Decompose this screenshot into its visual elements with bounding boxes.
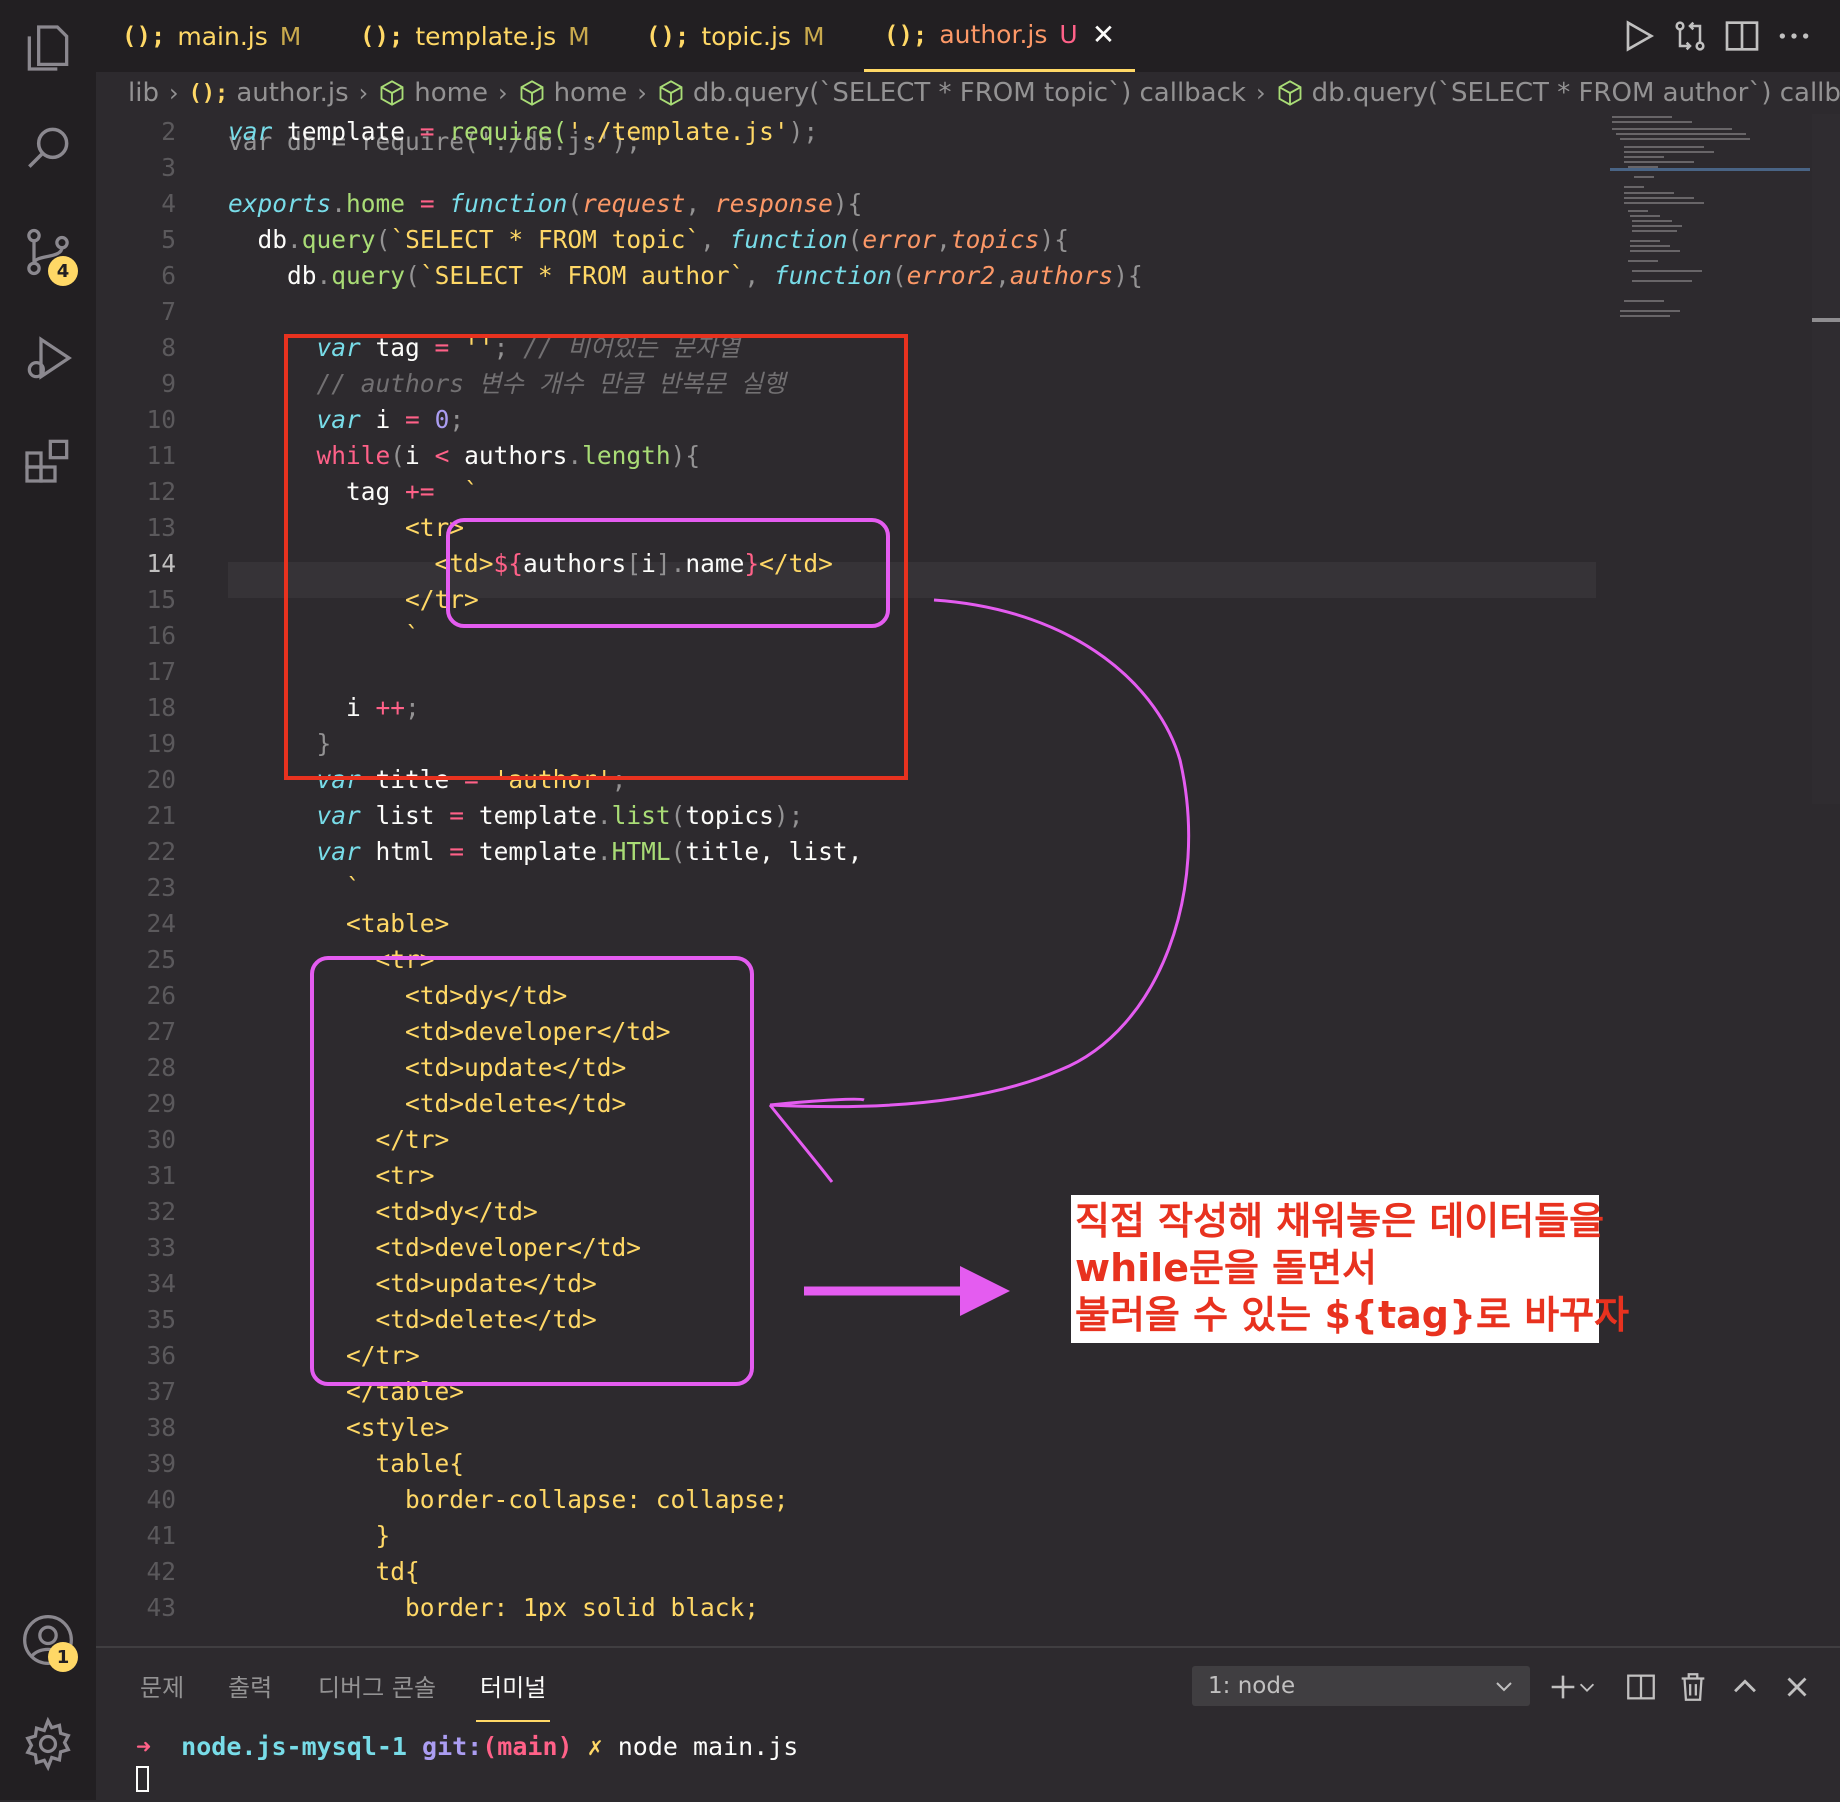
chevron-down-icon[interactable] <box>1576 1670 1598 1704</box>
terminal-select[interactable]: 1: node <box>1192 1666 1530 1706</box>
annotation-line: while문을 돌면서 <box>1075 1246 1378 1290</box>
straight-arrow-head <box>960 1266 1010 1316</box>
annotation-line: 직접 작성해 채워놓은 데이터들을 <box>1075 1199 1605 1243</box>
terminal-prompt[interactable]: ➜ node.js-mysql-1 git:(main) ✗ node main… <box>136 1732 798 1761</box>
tab-debug-console[interactable]: 디버그 콘솔 <box>318 1668 436 1720</box>
terminal-cursor <box>136 1766 149 1792</box>
curved-arrow <box>768 598 1191 1183</box>
trash-icon[interactable] <box>1676 1670 1710 1704</box>
new-terminal-icon[interactable] <box>1546 1670 1580 1704</box>
tab-problems[interactable]: 문제 <box>140 1668 184 1720</box>
split-terminal-icon[interactable] <box>1624 1670 1658 1704</box>
maximize-panel-icon[interactable] <box>1728 1670 1762 1704</box>
tab-terminal[interactable]: 터미널 <box>476 1668 551 1722</box>
annotation-line: 불러올 수 있는 ${tag}로 바꾸자 <box>1075 1293 1630 1337</box>
annotation-note: 직접 작성해 채워놓은 데이터들을 while문을 돌면서 불러올 수 있는 $… <box>1071 1195 1630 1343</box>
close-panel-icon[interactable] <box>1780 1670 1814 1704</box>
bottom-panel: 문제 출력 디버그 콘솔 터미널 1: node ➜ node.js-mysql… <box>96 1646 1840 1802</box>
annotation-arrows <box>768 598 1191 1316</box>
chevron-down-icon <box>1496 1682 1512 1692</box>
tab-output[interactable]: 출력 <box>228 1668 272 1720</box>
